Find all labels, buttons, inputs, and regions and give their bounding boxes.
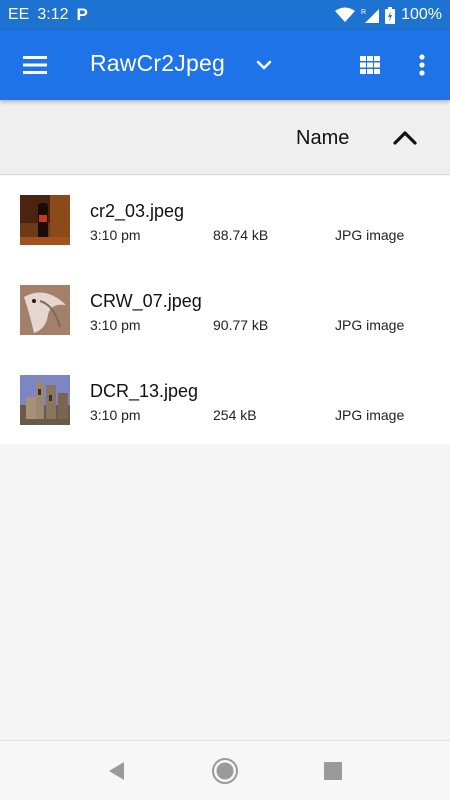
file-time: 3:10 pm [90,227,141,243]
chevron-up-icon[interactable] [392,126,418,148]
carrier-label: EE [8,6,30,23]
recent-apps-icon[interactable] [323,761,343,781]
sort-bar: Name [0,100,450,175]
file-name: DCR_13.jpeg [90,381,199,401]
battery-icon [385,6,396,24]
thumbnail-bottle-image [20,195,70,245]
thumbnail-bird-image [20,285,70,335]
more-vert-icon[interactable] [410,52,434,78]
system-nav-bar [0,740,450,800]
file-name: CRW_07.jpeg [90,291,202,311]
file-row-crw-07[interactable]: CRW_07.jpeg 3:10 pm 90.77 kB JPG image [0,266,450,356]
thumbnail-building-image [20,375,70,425]
sort-by-name-button[interactable]: Name [296,127,349,150]
app-bar: RawCr2Jpeg [0,30,450,100]
notification-p-icon: P [76,5,88,24]
file-row-dcr-13[interactable]: DCR_13.jpeg 3:10 pm 254 kB JPG image [0,356,450,446]
file-row-cr2-03[interactable]: cr2_03.jpeg 3:10 pm 88.74 kB JPG image [0,176,450,266]
file-list: cr2_03.jpeg 3:10 pm 88.74 kB JPG image C… [0,176,450,444]
file-name: cr2_03.jpeg [90,201,185,221]
file-type: JPG image [335,317,405,333]
status-bar: EE 3:12 P R 100% [0,0,450,30]
file-time: 3:10 pm [90,407,141,423]
menu-icon[interactable] [20,52,50,78]
file-size: 254 kB [213,407,257,423]
file-type: JPG image [335,227,405,243]
wifi-icon [335,7,356,22]
signal-icon: R [361,9,380,23]
file-size: 88.74 kB [213,227,269,243]
roaming-indicator: R [361,9,366,16]
app-title: RawCr2Jpeg [90,50,225,76]
file-size: 90.77 kB [213,317,269,333]
grid-view-icon[interactable] [358,53,382,77]
back-icon[interactable] [106,760,128,782]
clock: 3:12 [37,6,69,23]
home-icon[interactable] [211,757,239,785]
battery-percentage: 100% [401,6,442,23]
file-type: JPG image [335,407,405,423]
status-right: R 100% [335,6,442,24]
file-time: 3:10 pm [90,317,141,333]
status-left: EE 3:12 P [8,5,88,25]
chevron-down-icon[interactable] [252,53,276,77]
